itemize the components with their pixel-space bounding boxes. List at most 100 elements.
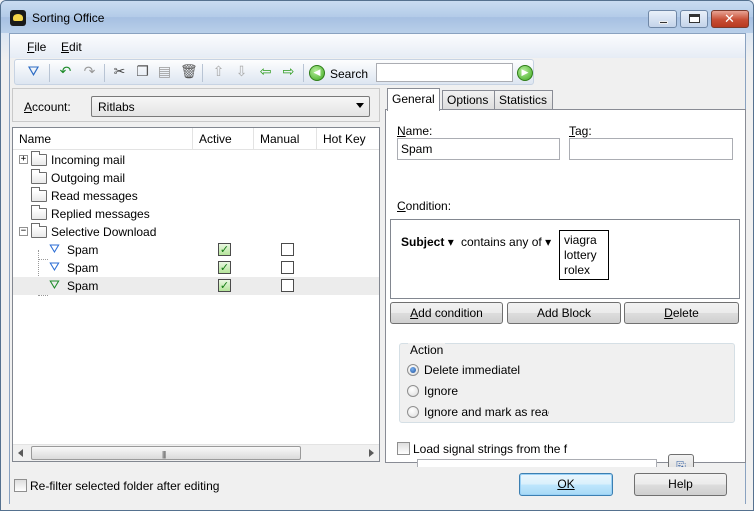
move-down-icon[interactable]: ⇩ bbox=[233, 64, 250, 81]
active-checkbox[interactable]: ✓ bbox=[218, 261, 231, 274]
add-block-button[interactable]: Add Block bbox=[507, 302, 621, 324]
tree-row-label: Incoming mail bbox=[51, 153, 126, 167]
tree-row-label: Spam bbox=[67, 261, 99, 275]
toolbar: ⛛ ↶ ↷ ✂ ❐ ▤ 🗑 ⇧ ⇩ ⇦ ⇨ ◀ Search ▶ bbox=[14, 59, 534, 85]
tree-row-outgoing-mail[interactable]: Outgoing mail bbox=[13, 169, 379, 187]
tree-row-spam-3[interactable]: ⛛ Spam ✓ bbox=[13, 277, 379, 295]
tab-general[interactable]: General bbox=[387, 88, 440, 111]
copy-icon[interactable]: ❐ bbox=[134, 64, 151, 81]
app-icon bbox=[10, 10, 26, 26]
add-condition-rest: dd condition bbox=[418, 306, 483, 320]
move-left-icon[interactable]: ⇦ bbox=[257, 64, 274, 81]
action-radio-ignore[interactable] bbox=[407, 385, 419, 397]
manual-checkbox[interactable] bbox=[281, 261, 294, 274]
collapse-icon[interactable]: − bbox=[19, 227, 28, 236]
action-radio-ignore-mark[interactable] bbox=[407, 406, 419, 418]
add-block-label: Add Block bbox=[536, 306, 592, 320]
cut-icon[interactable]: ✂ bbox=[111, 64, 128, 81]
tree-row-spam-1[interactable]: ⛛ Spam ✓ bbox=[13, 241, 379, 259]
filter-tree[interactable]: Name Active Manual Hot Key + Incoming ma… bbox=[12, 127, 380, 462]
toolbar-separator bbox=[49, 64, 50, 82]
tree-row-incoming-mail[interactable]: + Incoming mail bbox=[13, 151, 379, 169]
tree-row-selective-download[interactable]: − Selective Download bbox=[13, 223, 379, 241]
tree-row-read-messages[interactable]: Read messages bbox=[13, 187, 379, 205]
filter-icon: ⛛ bbox=[49, 242, 60, 257]
minimize-button[interactable] bbox=[648, 10, 677, 28]
name-input[interactable] bbox=[397, 138, 560, 160]
delete-button[interactable]: Delete bbox=[624, 302, 739, 324]
scroll-thumb[interactable]: ||| bbox=[31, 446, 301, 460]
tab-statistics[interactable]: Statistics bbox=[494, 90, 553, 110]
folder-icon bbox=[31, 169, 47, 184]
search-back-icon[interactable]: ◀ bbox=[309, 65, 325, 81]
condition-value: viagra bbox=[564, 233, 597, 247]
account-dropdown[interactable]: Ritlabs bbox=[91, 96, 370, 117]
tree-row-label: Read messages bbox=[51, 189, 138, 203]
help-label: Help bbox=[668, 477, 693, 491]
search-label: Search bbox=[330, 67, 369, 81]
condition-operator-text: contains any of bbox=[461, 235, 542, 249]
menu-edit[interactable]: Edit bbox=[61, 40, 82, 54]
ok-button[interactable]: OK bbox=[519, 473, 613, 496]
folder-icon bbox=[31, 151, 47, 166]
delete-icon[interactable]: 🗑 bbox=[180, 64, 198, 81]
close-button[interactable]: ✕ bbox=[711, 10, 749, 28]
action-group: Action Delete immediatel Ignore Ignore a… bbox=[399, 343, 735, 423]
folder-icon bbox=[31, 205, 47, 220]
column-name[interactable]: Name bbox=[13, 128, 193, 150]
scroll-right-icon[interactable] bbox=[369, 449, 374, 457]
new-filter-icon[interactable]: ⛛ bbox=[25, 64, 42, 81]
dropdown-arrow-icon: ▾ bbox=[447, 235, 454, 249]
move-right-icon[interactable]: ⇨ bbox=[280, 64, 297, 81]
dialog-footer: Re-filter selected folder after editing … bbox=[10, 467, 745, 505]
active-checkbox[interactable]: ✓ bbox=[218, 279, 231, 292]
refilter-checkbox[interactable] bbox=[14, 479, 27, 492]
minimize-icon bbox=[659, 21, 668, 24]
search-go-icon[interactable]: ▶ bbox=[517, 65, 533, 81]
folder-icon bbox=[31, 223, 47, 238]
tree-row-label: Spam bbox=[67, 279, 99, 293]
active-checkbox[interactable]: ✓ bbox=[218, 243, 231, 256]
maximize-button[interactable] bbox=[680, 10, 708, 28]
maximize-icon bbox=[689, 14, 700, 23]
action-group-title: Action bbox=[408, 343, 446, 357]
undo-icon[interactable]: ↶ bbox=[57, 64, 74, 81]
tag-input[interactable] bbox=[569, 138, 733, 160]
account-label-rest: ccount: bbox=[32, 100, 71, 114]
condition-field[interactable]: Subject ▾ bbox=[401, 235, 454, 249]
manual-checkbox[interactable] bbox=[281, 243, 294, 256]
help-button[interactable]: Help bbox=[634, 473, 727, 496]
column-manual[interactable]: Manual bbox=[254, 128, 317, 150]
scroll-left-icon[interactable] bbox=[18, 449, 23, 457]
condition-editor[interactable]: Subject ▾ contains any of ▾ viagra lotte… bbox=[390, 219, 740, 299]
title-bar[interactable]: Sorting Office ✕ bbox=[1, 1, 753, 33]
menu-file[interactable]: File bbox=[27, 40, 46, 54]
tab-options[interactable]: Options bbox=[442, 90, 495, 110]
search-input[interactable] bbox=[376, 63, 513, 82]
account-panel: Account: Ritlabs bbox=[12, 88, 380, 122]
condition-operator[interactable]: contains any of ▾ bbox=[461, 235, 551, 249]
column-hot-key[interactable]: Hot Key bbox=[317, 128, 379, 150]
dialog-client-area: File Edit ⛛ ↶ ↷ ✂ ❐ ▤ 🗑 ⇧ ⇩ ⇦ ⇨ ◀ Search… bbox=[9, 33, 746, 505]
paste-icon[interactable]: ▤ bbox=[156, 64, 173, 81]
expand-icon[interactable]: + bbox=[19, 155, 28, 164]
load-signal-checkbox[interactable] bbox=[397, 442, 410, 455]
horizontal-scrollbar[interactable]: ||| bbox=[13, 444, 379, 461]
manual-checkbox[interactable] bbox=[281, 279, 294, 292]
column-active[interactable]: Active bbox=[193, 128, 254, 150]
tree-row-replied-messages[interactable]: Replied messages bbox=[13, 205, 379, 223]
tree-row-spam-2[interactable]: ⛛ Spam ✓ bbox=[13, 259, 379, 277]
filter-icon: ⛛ bbox=[49, 260, 60, 275]
tree-line bbox=[38, 295, 48, 296]
toolbar-separator bbox=[104, 64, 105, 82]
filter-checked-icon: ⛛ bbox=[49, 278, 60, 293]
name-label: Name: bbox=[397, 124, 433, 138]
add-condition-button[interactable]: Add condition bbox=[390, 302, 503, 324]
redo-icon[interactable]: ↷ bbox=[81, 64, 98, 81]
menu-bar: File Edit bbox=[10, 34, 745, 58]
account-value: Ritlabs bbox=[98, 100, 135, 114]
move-up-icon[interactable]: ⇧ bbox=[210, 64, 227, 81]
dropdown-arrow-icon: ▾ bbox=[545, 235, 552, 249]
condition-values[interactable]: viagra lottery rolex bbox=[559, 230, 609, 280]
action-radio-delete[interactable] bbox=[407, 364, 419, 376]
